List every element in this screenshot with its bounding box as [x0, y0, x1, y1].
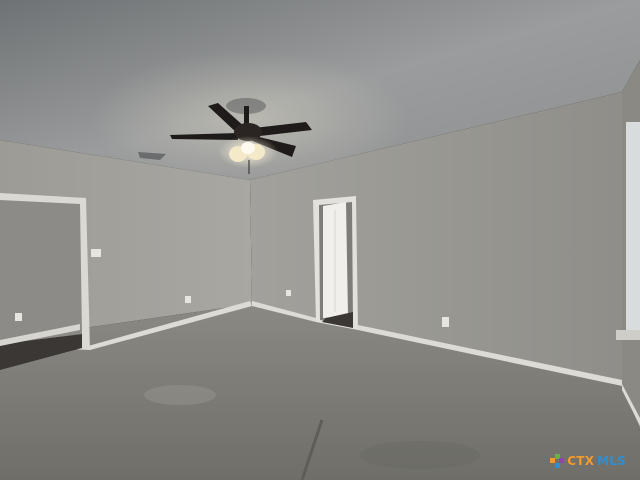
fan-light-bulb — [241, 142, 255, 154]
light-switch — [91, 249, 101, 257]
outlet — [15, 313, 22, 321]
window — [626, 122, 640, 332]
room-photo — [0, 0, 640, 480]
floor-stain — [144, 385, 216, 405]
floor-stain — [360, 441, 480, 469]
outlet — [442, 317, 449, 327]
outlet — [286, 290, 291, 296]
outlet — [185, 296, 191, 303]
watermark-mls-text: MLS — [597, 454, 626, 468]
fan-downrod — [244, 106, 249, 124]
window-sill — [616, 330, 640, 340]
watermark-ctx-text: CTX — [567, 454, 595, 468]
ctx-mls-logo-icon — [550, 454, 565, 468]
watermark: CTX MLS — [550, 454, 626, 468]
left-doorway-interior — [0, 200, 82, 344]
